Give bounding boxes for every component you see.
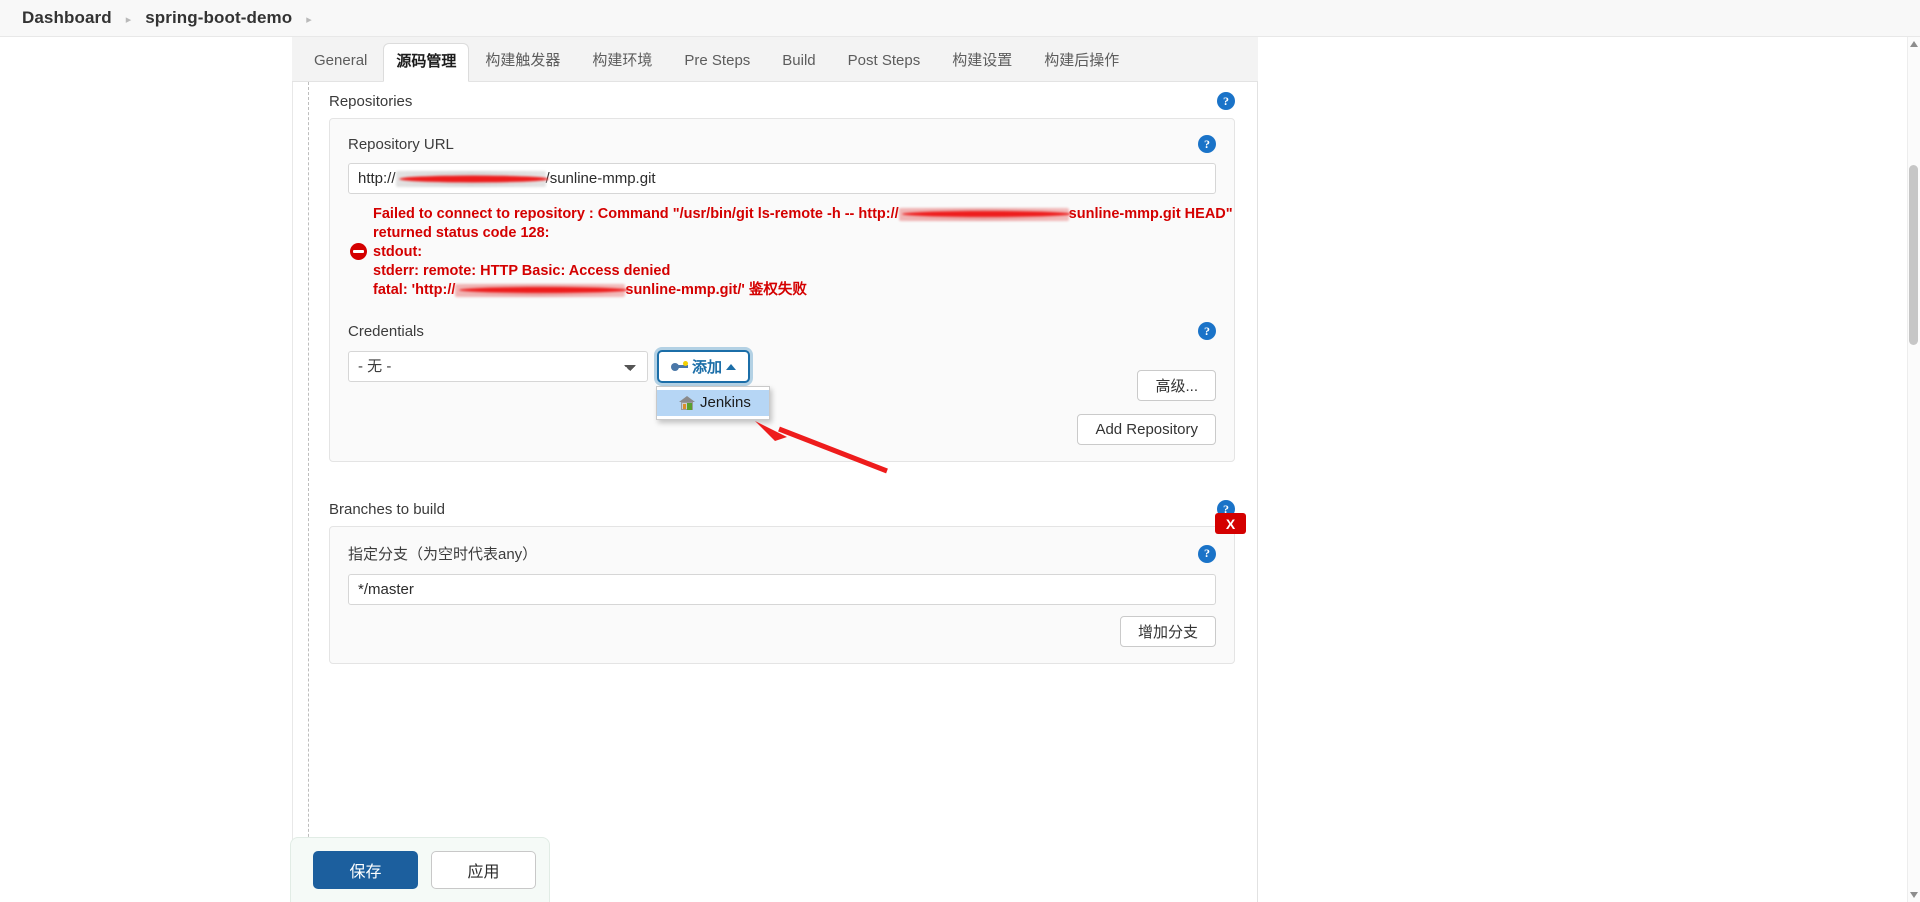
repository-url-label: Repository URL <box>348 135 454 153</box>
tab-build-triggers[interactable]: 构建触发器 <box>469 42 576 81</box>
form-footer: 保存 应用 <box>290 837 550 902</box>
credentials-label: Credentials <box>348 322 424 340</box>
dropdown-item-jenkins-label: Jenkins <box>700 394 751 411</box>
add-credentials-button[interactable]: 添加 <box>657 350 751 383</box>
branch-label-row: 指定分支（为空时代表any） ? <box>348 543 1216 564</box>
error-line-1: Failed to connect to repository : Comman… <box>373 206 1233 222</box>
branch-specifier-label: 指定分支（为空时代表any） <box>348 546 538 563</box>
breadcrumb-separator-icon-2: ▸ <box>306 13 312 26</box>
breadcrumb-separator-icon: ▸ <box>125 13 132 26</box>
tab-pre-steps[interactable]: Pre Steps <box>668 42 766 81</box>
key-icon <box>671 360 688 373</box>
help-icon-credentials[interactable]: ? <box>1198 322 1216 340</box>
repositories-section: Repositories ? Repository URL ? http:// /… <box>293 82 1257 462</box>
tab-build-settings[interactable]: 构建设置 <box>936 42 1028 81</box>
add-repository-button[interactable]: Add Repository <box>1077 414 1216 445</box>
repositories-section-header: Repositories ? <box>293 82 1257 118</box>
error-line-5: fatal: 'http://sunline-mmp.git/' 鉴权失败 <box>373 282 807 298</box>
breadcrumb-item-job[interactable]: spring-boot-demo <box>145 8 292 28</box>
branches-section: Branches to build ? X 指定分支（为空时代表any） ? 增… <box>293 490 1257 664</box>
repository-url-suffix: /sunline-mmp.git <box>545 170 656 187</box>
branch-specifier-input[interactable] <box>348 574 1216 605</box>
page-body: General 源码管理 构建触发器 构建环境 Pre Steps Build … <box>0 37 1920 902</box>
tab-post-build-actions[interactable]: 构建后操作 <box>1028 42 1135 81</box>
branch-card: X 指定分支（为空时代表any） ? 增加分支 <box>329 513 1246 664</box>
add-credentials-dropdown: Jenkins <box>656 386 770 420</box>
breadcrumb-item-dashboard[interactable]: Dashboard <box>22 8 112 28</box>
scm-config-panel: Repositories ? Repository URL ? http:// /… <box>292 82 1258 902</box>
repository-url-redaction <box>395 170 546 187</box>
page-scrollbar[interactable] <box>1907 37 1920 902</box>
house-icon <box>679 395 695 410</box>
credentials-select[interactable]: - 无 - <box>348 351 648 382</box>
add-credentials-wrapper: 添加 Jenkins <box>656 350 770 420</box>
branches-title: Branches to build <box>329 500 445 518</box>
advanced-button[interactable]: 高级... <box>1137 370 1216 401</box>
dropdown-item-jenkins[interactable]: Jenkins <box>657 390 769 416</box>
tab-scm[interactable]: 源码管理 <box>383 43 470 82</box>
tab-build[interactable]: Build <box>766 42 831 81</box>
help-icon-repositories[interactable]: ? <box>1217 92 1235 110</box>
error-icon <box>350 243 367 260</box>
error-line-4: stderr: remote: HTTP Basic: Access denie… <box>373 263 671 279</box>
repository-url-error: Failed to connect to repository : Comman… <box>348 205 1233 300</box>
help-icon-repository-url[interactable]: ? <box>1198 135 1216 153</box>
scrollbar-thumb[interactable] <box>1909 165 1918 345</box>
scroll-up-icon[interactable] <box>1910 41 1918 47</box>
tab-general[interactable]: General <box>298 42 383 81</box>
error-line-2: returned status code 128: <box>373 225 550 241</box>
repository-action-buttons: 高级... Add Repository <box>1077 370 1216 445</box>
add-credentials-label: 添加 <box>692 359 723 376</box>
branches-section-header: Branches to build ? <box>293 490 1257 526</box>
error-message-text: Failed to connect to repository : Comman… <box>373 205 1233 300</box>
branch-action-buttons: 增加分支 <box>1119 616 1216 647</box>
repository-url-label-row: Repository URL ? <box>348 135 1216 153</box>
add-branch-button[interactable]: 增加分支 <box>1119 616 1216 647</box>
tab-build-environment[interactable]: 构建环境 <box>576 42 668 81</box>
repository-url-input[interactable]: http:// /sunline-mmp.git <box>348 163 1216 194</box>
help-icon-branch-specifier[interactable]: ? <box>1198 544 1216 563</box>
breadcrumb: Dashboard ▸ spring-boot-demo ▸ <box>0 0 1920 37</box>
repository-url-prefix: http:// <box>358 170 396 187</box>
repository-card: Repository URL ? http:// /sunline-mmp.git… <box>329 118 1235 462</box>
config-tab-bar: General 源码管理 构建触发器 构建环境 Pre Steps Build … <box>292 37 1258 82</box>
scroll-down-icon[interactable] <box>1910 892 1918 898</box>
delete-branch-button[interactable]: X <box>1215 513 1246 534</box>
tab-post-steps[interactable]: Post Steps <box>832 42 937 81</box>
error-line-3: stdout: <box>373 244 423 260</box>
credentials-label-row: Credentials ? <box>348 322 1216 340</box>
repositories-title: Repositories <box>329 92 413 110</box>
chevron-up-icon <box>726 363 737 370</box>
form-rail-divider <box>308 82 309 902</box>
save-button[interactable]: 保存 <box>313 851 418 889</box>
apply-button[interactable]: 应用 <box>431 851 536 889</box>
